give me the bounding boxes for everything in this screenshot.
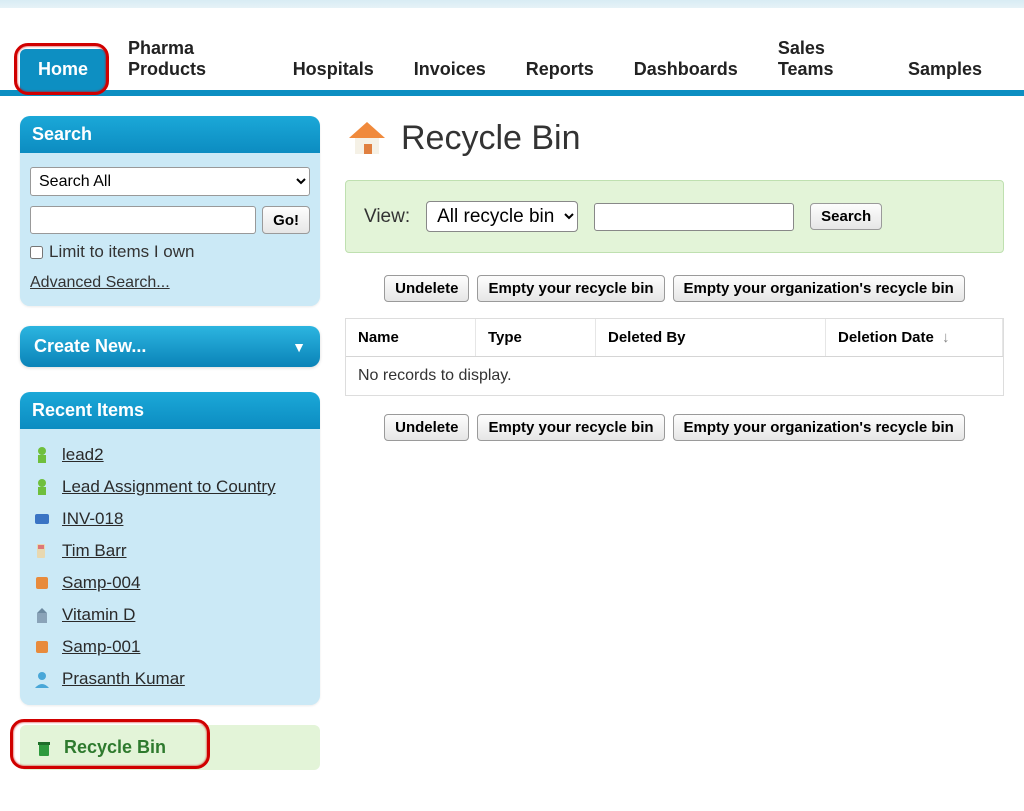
- recent-items-header: Recent Items: [20, 392, 320, 429]
- recent-item-link[interactable]: Vitamin D: [62, 605, 135, 625]
- table-header-row: Name Type Deleted By Deletion Date ↓: [346, 319, 1003, 357]
- col-deletion-date[interactable]: Deletion Date ↓: [826, 319, 1003, 356]
- recent-item: Tim Barr: [28, 535, 312, 567]
- lead-icon: [32, 445, 52, 465]
- recent-item-link[interactable]: Tim Barr: [62, 541, 127, 561]
- sample-icon: [32, 573, 52, 593]
- go-button[interactable]: Go!: [262, 206, 310, 234]
- tab-pharma-products[interactable]: Pharma Products: [110, 28, 271, 90]
- empty-own-button[interactable]: Empty your recycle bin: [477, 275, 664, 302]
- main-tabs: Home Pharma Products Hospitals Invoices …: [0, 8, 1024, 96]
- tab-hospitals[interactable]: Hospitals: [275, 49, 392, 90]
- main-content: Recycle Bin View: All recycle bin Search…: [345, 116, 1004, 770]
- recent-items-list: lead2 Lead Assignment to Country INV-018…: [20, 429, 320, 705]
- sort-desc-icon: ↓: [942, 329, 950, 346]
- recent-item: Samp-004: [28, 567, 312, 599]
- recycle-bin-link[interactable]: Recycle Bin: [20, 725, 320, 770]
- create-new-dropdown[interactable]: Create New... ▼: [20, 326, 320, 367]
- view-label: View:: [364, 206, 410, 228]
- product-icon: [32, 605, 52, 625]
- action-buttons-top: Undelete Empty your recycle bin Empty yo…: [345, 275, 1004, 302]
- lead-icon: [32, 477, 52, 497]
- col-name[interactable]: Name: [346, 319, 476, 356]
- trash-icon: [34, 738, 54, 758]
- view-search-input[interactable]: [594, 203, 794, 231]
- tab-reports[interactable]: Reports: [508, 49, 612, 90]
- recent-item: Lead Assignment to Country: [28, 471, 312, 503]
- recent-item: Prasanth Kumar: [28, 663, 312, 695]
- table-empty-row: No records to display.: [346, 357, 1003, 395]
- empty-org-button[interactable]: Empty your organization's recycle bin: [673, 275, 965, 302]
- recent-item: Samp-001: [28, 631, 312, 663]
- search-header: Search: [20, 116, 320, 153]
- col-deleted-by[interactable]: Deleted By: [596, 319, 826, 356]
- recent-item-link[interactable]: Lead Assignment to Country: [62, 477, 276, 497]
- search-panel: Search Search All Go! Limit to items I o…: [20, 116, 320, 306]
- recent-item-link[interactable]: INV-018: [62, 509, 123, 529]
- contact-icon: [32, 541, 52, 561]
- invoice-icon: [32, 509, 52, 529]
- limit-own-checkbox[interactable]: [30, 246, 43, 259]
- recycle-bin-label: Recycle Bin: [64, 737, 166, 758]
- action-buttons-bottom: Undelete Empty your recycle bin Empty yo…: [345, 414, 1004, 441]
- tab-home[interactable]: Home: [20, 49, 106, 90]
- recent-items-panel: Recent Items lead2 Lead Assignment to Co…: [20, 392, 320, 705]
- recent-item: INV-018: [28, 503, 312, 535]
- recycle-table: Name Type Deleted By Deletion Date ↓ No …: [345, 318, 1004, 396]
- empty-org-button[interactable]: Empty your organization's recycle bin: [673, 414, 965, 441]
- sample-icon: [32, 637, 52, 657]
- tab-label: Home: [38, 59, 88, 79]
- tab-samples[interactable]: Samples: [890, 49, 1000, 90]
- recent-item-link[interactable]: Samp-004: [62, 573, 140, 593]
- recent-item: lead2: [28, 439, 312, 471]
- recent-item: Vitamin D: [28, 599, 312, 631]
- search-scope-select[interactable]: Search All: [30, 167, 310, 196]
- recent-item-link[interactable]: Samp-001: [62, 637, 140, 657]
- tab-invoices[interactable]: Invoices: [396, 49, 504, 90]
- tab-sales-teams[interactable]: Sales Teams: [760, 28, 886, 90]
- create-new-label: Create New...: [34, 336, 146, 357]
- recent-item-link[interactable]: Prasanth Kumar: [62, 669, 185, 689]
- page-title: Recycle Bin: [401, 119, 581, 158]
- view-filter-panel: View: All recycle bin Search: [345, 180, 1004, 253]
- search-input[interactable]: [30, 206, 256, 234]
- sidebar: Search Search All Go! Limit to items I o…: [20, 116, 320, 770]
- tab-dashboards[interactable]: Dashboards: [616, 49, 756, 90]
- home-icon: [345, 116, 389, 160]
- chevron-down-icon: ▼: [292, 339, 306, 355]
- recent-item-link[interactable]: lead2: [62, 445, 104, 465]
- view-search-button[interactable]: Search: [810, 203, 882, 230]
- undelete-button[interactable]: Undelete: [384, 414, 469, 441]
- empty-own-button[interactable]: Empty your recycle bin: [477, 414, 664, 441]
- view-select[interactable]: All recycle bin: [426, 201, 578, 232]
- advanced-search-link[interactable]: Advanced Search...: [30, 274, 170, 291]
- user-icon: [32, 669, 52, 689]
- no-records-msg: No records to display.: [346, 357, 1003, 395]
- undelete-button[interactable]: Undelete: [384, 275, 469, 302]
- limit-own-label: Limit to items I own: [49, 242, 195, 262]
- col-type[interactable]: Type: [476, 319, 596, 356]
